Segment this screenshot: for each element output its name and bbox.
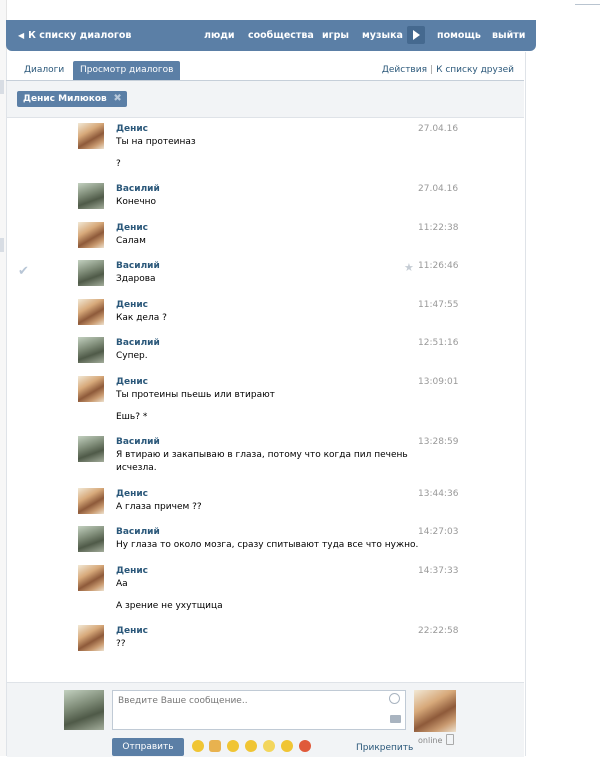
avatar[interactable] [78,436,104,462]
play-icon[interactable] [407,26,425,44]
message-input[interactable]: Введите Ваше сообщение.. [112,690,406,730]
top-edge-line [575,0,600,5]
message-time: 22:22:58 [418,626,459,636]
my-avatar[interactable] [64,690,104,730]
message-text: Здарова [116,274,156,284]
avatar[interactable] [78,488,104,514]
avatar[interactable] [78,337,104,363]
send-button[interactable]: Отправить [112,738,184,756]
nav-people[interactable]: люди [204,30,235,41]
separator: | [430,65,434,75]
message-time: 14:27:03 [418,527,459,537]
left-strip-mark [0,80,4,94]
message-text: Я втираю и закапываю в глаза, потому что… [116,450,408,460]
filter-bar: Денис Милюков ✖ [7,81,524,118]
message-time: 27.04.16 [418,124,459,134]
message-text: А глаза причем ?? [116,502,202,512]
message-text: Супер. [116,351,148,361]
nav-music[interactable]: музыка [362,30,403,41]
top-header-bar: ◀ К списку диалогов люди сообщества игры … [6,20,536,51]
message-author[interactable]: Денис [116,300,148,310]
tab-bar-actions: Действия | К списку друзей [382,65,514,75]
back-arrow-icon: ◀ [18,31,25,40]
message-time: 13:28:59 [418,437,459,447]
emoji-angel-icon[interactable] [263,740,275,752]
emoji-angry-icon[interactable] [299,740,311,752]
avatar[interactable] [78,222,104,248]
close-icon[interactable]: ✖ [113,91,121,107]
message-time: 13:09:01 [418,377,459,387]
message-text: Ешь? * [116,412,148,422]
tab-dialogs[interactable]: Диалоги [24,61,64,80]
avatar[interactable] [78,299,104,325]
message-text: Ты на протеиназ [116,137,196,147]
message-text: ?? [116,639,126,649]
avatar[interactable] [78,565,104,591]
star-icon[interactable]: ★ [404,261,414,274]
message-author[interactable]: Василий [116,437,160,447]
tab-bar: Диалоги Просмотр диалогов Действия | К спи… [6,52,524,81]
message-author[interactable]: Денис [116,626,148,636]
message-time: 13:44:36 [418,489,459,499]
message-text: исчезла. [116,463,157,473]
message-text: Салам [116,236,146,246]
avatar[interactable] [78,260,104,286]
message-text: ? [116,159,121,169]
message-text: А зрение не ухутщица [116,601,223,611]
back-to-dialogs-link[interactable]: ◀ К списку диалогов [18,30,131,41]
message-text: Аа [116,579,128,589]
message-author[interactable]: Василий [116,261,160,271]
message-author[interactable]: Денис [116,377,148,387]
nav-logout[interactable]: выйти [492,30,525,41]
friend-avatar[interactable] [414,690,456,732]
filter-chip-label: Денис Милюков [23,94,107,104]
tab-view-dialogs[interactable]: Просмотр диалогов [73,61,181,80]
message-author[interactable]: Денис [116,489,148,499]
message-time: 14:37:33 [418,566,459,576]
message-text: Ты протеины пьешь или втирают [116,390,275,400]
avatar[interactable] [78,123,104,149]
avatar[interactable] [78,625,104,651]
message-time: 27.04.16 [418,184,459,194]
nav-games[interactable]: игры [322,30,349,41]
emoji-wink-icon[interactable] [227,740,239,752]
message-author[interactable]: Василий [116,184,160,194]
nav-communities[interactable]: сообщества [248,30,314,41]
check-icon[interactable]: ✔ [18,264,29,279]
emoji-kiss-icon[interactable] [245,740,257,752]
phone-icon [446,734,454,745]
online-status: online [418,736,443,745]
message-time: 11:47:55 [418,300,459,310]
message-time: 11:26:46 [418,261,459,271]
left-strip-mark [0,238,4,252]
actions-link[interactable]: Действия [382,65,427,75]
camera-icon[interactable] [390,715,401,723]
avatar[interactable] [78,183,104,209]
avatar[interactable] [78,526,104,552]
emoji-laugh-icon[interactable] [192,740,204,752]
filter-chip[interactable]: Денис Милюков ✖ [17,91,127,107]
message-author[interactable]: Денис [116,566,148,576]
message-text: Конечно [116,197,157,207]
emoji-smile-icon[interactable] [281,740,293,752]
message-author[interactable]: Василий [116,527,160,537]
attach-link[interactable]: Прикрепить [356,743,413,753]
message-input-placeholder: Введите Ваше сообщение.. [118,696,248,706]
smiley-icon[interactable] [389,693,400,704]
message-author[interactable]: Денис [116,124,148,134]
friends-list-link[interactable]: К списку друзей [436,65,514,75]
avatar[interactable] [78,376,104,402]
message-text: Как дела ? [116,313,167,323]
message-author[interactable]: Денис [116,223,148,233]
nav-help[interactable]: помощь [437,30,481,41]
message-time: 12:51:16 [418,338,459,348]
message-time: 11:22:38 [418,223,459,233]
message-text: Ну глаза то около мозга, сразу спитывают… [116,540,419,550]
message-author[interactable]: Василий [116,338,160,348]
emoji-thumbs-up-icon[interactable] [209,740,221,752]
